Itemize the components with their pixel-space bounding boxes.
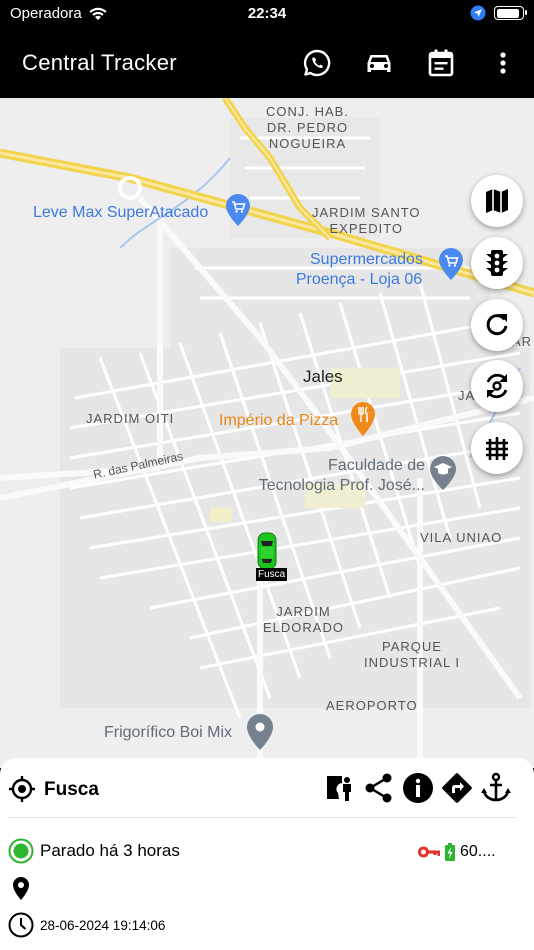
shopping-cart-pin-icon[interactable] bbox=[226, 194, 250, 226]
poi-faculdade-label[interactable]: Faculdade de Tecnologia Prof. José... bbox=[251, 456, 425, 496]
geofence-button[interactable] bbox=[471, 422, 523, 474]
sheet-divider bbox=[8, 817, 516, 818]
poi-faculdade-line1: Faculdade de bbox=[328, 457, 425, 474]
vehicle-tag: Fusca bbox=[256, 568, 288, 581]
map-type-button[interactable] bbox=[471, 175, 523, 227]
status-text: Parado há 3 horas bbox=[40, 841, 180, 860]
calendar-icon bbox=[428, 49, 454, 77]
street-view-icon bbox=[327, 776, 351, 801]
car-icon bbox=[367, 55, 391, 72]
datetime-row: 28-06-2024 19:14:06 bbox=[8, 912, 165, 938]
traffic-light-icon bbox=[486, 250, 508, 276]
anchor-icon bbox=[481, 772, 511, 802]
area-conj-hab-line2: DR. PEDRO bbox=[266, 120, 349, 135]
grid-icon bbox=[486, 437, 508, 460]
poi-supermercados-line2: Proença - Loja 06 bbox=[295, 271, 423, 288]
area-jardim-santo-line2: EXPEDITO bbox=[329, 221, 404, 236]
area-jardim-santo-expedito: JARDIM SANTO EXPEDITO bbox=[312, 205, 421, 237]
shopping-cart-pin-icon-2[interactable] bbox=[439, 248, 463, 280]
app-title: Central Tracker bbox=[22, 50, 177, 75]
poi-frigorifico-label[interactable]: Frigorífico Boi Mix bbox=[104, 723, 232, 743]
status-right bbox=[470, 5, 527, 21]
battery-icon bbox=[494, 6, 527, 20]
vehicle-marker-icon[interactable] bbox=[256, 532, 278, 570]
sheet-header: Fusca bbox=[0, 758, 534, 818]
battery-charging-icon bbox=[445, 843, 455, 861]
poi-imperio-label[interactable]: Império da Pizza bbox=[219, 412, 338, 430]
area-parque-line2: INDUSTRIAL I bbox=[364, 655, 461, 670]
poi-faculdade-line2: Tecnologia Prof. José... bbox=[258, 477, 425, 494]
directions-icon bbox=[442, 773, 472, 803]
overflow-menu-button[interactable] bbox=[485, 45, 521, 81]
auto-update-button[interactable] bbox=[471, 360, 523, 412]
info-button[interactable] bbox=[401, 771, 435, 805]
area-conj-hab: CONJ. HAB. DR. PEDRO NOGUEIRA bbox=[266, 104, 349, 152]
map-view[interactable]: CONJ. HAB. DR. PEDRO NOGUEIRA JARDIM SAN… bbox=[0, 98, 534, 768]
city-label: Jales bbox=[303, 367, 343, 386]
school-pin-icon[interactable] bbox=[430, 456, 456, 490]
status-indicator-icon bbox=[8, 838, 34, 864]
refresh-icon bbox=[486, 314, 508, 336]
telemetry-group: 60.... bbox=[418, 842, 496, 862]
directions-button[interactable] bbox=[440, 771, 474, 805]
whatsapp-button[interactable] bbox=[299, 45, 335, 81]
vehicle-details-sheet: Fusca Parado há 3 horas 60.... 28-06-202… bbox=[0, 758, 534, 950]
info-icon bbox=[403, 773, 433, 803]
map-icon bbox=[486, 189, 508, 213]
poi-supermercados-line1: Supermercados bbox=[310, 251, 423, 268]
locate-vehicle-icon[interactable] bbox=[8, 775, 36, 803]
more-vert-icon bbox=[500, 52, 506, 74]
area-jardim-oiti: JARDIM OITI bbox=[86, 411, 175, 426]
datetime-text: 28-06-2024 19:14:06 bbox=[40, 917, 166, 933]
area-eldorado-line1: JARDIM bbox=[276, 604, 331, 619]
anchor-button[interactable] bbox=[479, 771, 513, 805]
area-aeroporto: AEROPORTO bbox=[326, 698, 418, 713]
poi-leve-max-label[interactable]: Leve Max SuperAtacado bbox=[33, 203, 208, 223]
status-bar: Operadora 22:34 bbox=[0, 0, 534, 28]
street-view-button[interactable] bbox=[324, 771, 358, 805]
clock-time: 22:34 bbox=[247, 5, 287, 22]
clock-icon bbox=[8, 912, 34, 938]
area-vila-uniao: VILA UNIAO bbox=[420, 530, 503, 545]
vehicle-name: Fusca bbox=[44, 779, 99, 800]
app-bar: Central Tracker bbox=[0, 28, 534, 98]
sync-icon bbox=[486, 373, 508, 399]
traffic-button[interactable] bbox=[471, 237, 523, 289]
restaurant-pin-icon[interactable] bbox=[351, 402, 375, 436]
location-arrow-icon bbox=[470, 5, 486, 21]
history-calendar-button[interactable] bbox=[423, 45, 459, 81]
ignition-key-icon bbox=[418, 846, 440, 858]
location-pin-icon bbox=[13, 877, 29, 900]
battery-text: 60.... bbox=[460, 843, 496, 860]
share-button[interactable] bbox=[362, 771, 396, 805]
area-jardim-santo-line1: JARDIM SANTO bbox=[312, 205, 421, 220]
vehicles-button[interactable] bbox=[361, 45, 397, 81]
area-conj-hab-line1: CONJ. HAB. bbox=[266, 104, 349, 119]
share-icon bbox=[365, 773, 392, 803]
whatsapp-icon bbox=[303, 49, 331, 77]
place-pin-icon[interactable] bbox=[247, 714, 273, 750]
area-conj-hab-line3: NOGUEIRA bbox=[268, 136, 347, 151]
status-row: Parado há 3 horas bbox=[8, 838, 180, 864]
area-parque-line1: PARQUE bbox=[382, 639, 442, 654]
area-jardim-eldorado: JARDIM ELDORADO bbox=[263, 604, 344, 636]
area-eldorado-line2: ELDORADO bbox=[263, 620, 344, 635]
refresh-button[interactable] bbox=[471, 299, 523, 351]
address-row bbox=[8, 876, 40, 902]
poi-supermercados-label[interactable]: Supermercados Proença - Loja 06 bbox=[296, 250, 423, 290]
area-parque-industrial: PARQUE INDUSTRIAL I bbox=[364, 639, 460, 671]
